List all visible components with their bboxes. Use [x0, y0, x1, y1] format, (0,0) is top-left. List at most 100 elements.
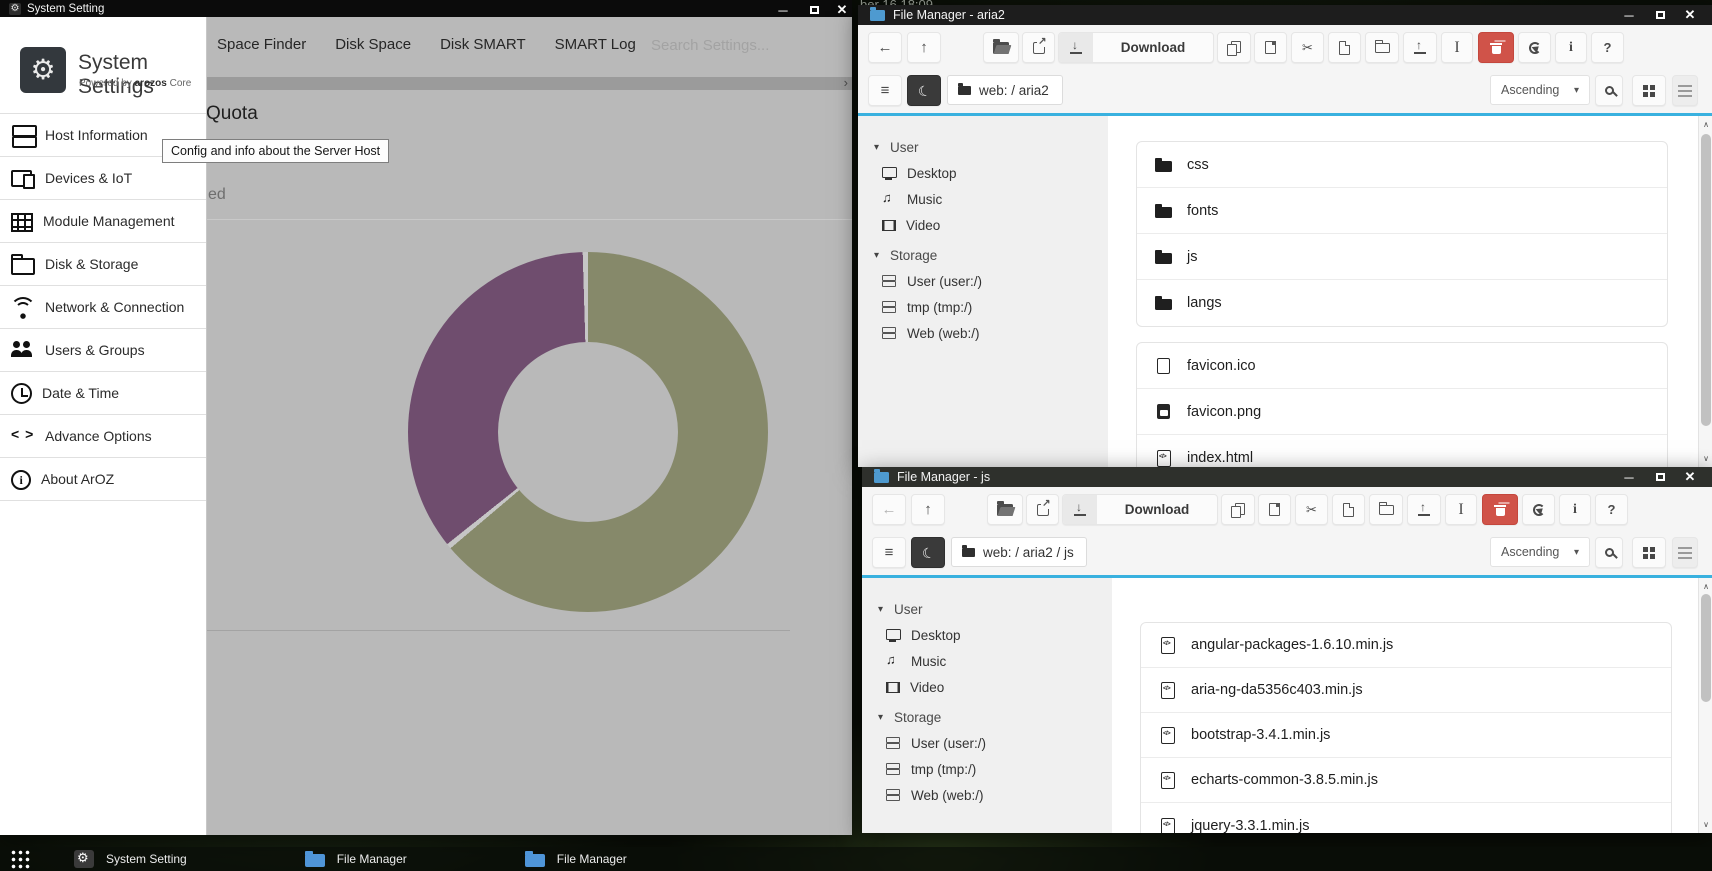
- tree-row[interactable]: ▾ Video: [862, 674, 1112, 700]
- sort-select[interactable]: Ascending ▾: [1490, 75, 1590, 105]
- taskbar-item[interactable]: System Setting: [74, 850, 187, 868]
- maximize-button[interactable]: [1654, 5, 1666, 25]
- tab-scrollbar[interactable]: ›: [207, 77, 852, 90]
- new-folder-button[interactable]: [1365, 32, 1399, 63]
- tree-row[interactable]: ▾ Storage: [862, 704, 1112, 730]
- close-button[interactable]: ✕: [1682, 5, 1698, 25]
- grid-view-button[interactable]: [1632, 537, 1666, 568]
- file-row[interactable]: aria-ng-da5356c403.min.js: [1141, 668, 1671, 713]
- back-button[interactable]: ←: [868, 32, 902, 63]
- settings-menu-item[interactable]: Module Management: [0, 200, 206, 243]
- file-row[interactable]: angular-packages-1.6.10.min.js: [1141, 623, 1671, 668]
- refresh-button[interactable]: [1522, 494, 1555, 525]
- settings-tab[interactable]: SMART Log: [555, 36, 636, 53]
- scroll-up-icon[interactable]: ∧: [1699, 580, 1712, 593]
- tree-row[interactable]: ▾ Music: [862, 648, 1112, 674]
- tree-row[interactable]: ▾ Storage: [858, 242, 1108, 268]
- chevron-right-icon[interactable]: ›: [844, 75, 848, 90]
- settings-menu-item[interactable]: Network & Connection: [0, 286, 206, 329]
- file-row[interactable]: langs: [1137, 280, 1667, 326]
- search-button[interactable]: [1595, 537, 1623, 568]
- search-settings-input[interactable]: Search Settings...: [651, 37, 769, 54]
- help-button[interactable]: ?: [1595, 494, 1628, 525]
- download-button[interactable]: Download: [1062, 494, 1218, 525]
- fm2-titlebar[interactable]: File Manager - js ─ ✕: [862, 467, 1712, 487]
- file-row[interactable]: index.html: [1137, 435, 1667, 467]
- cut-button[interactable]: ✂: [1291, 32, 1324, 63]
- download-button[interactable]: Download: [1058, 32, 1214, 63]
- list-view-button[interactable]: [1672, 537, 1698, 568]
- fm1-titlebar[interactable]: File Manager - aria2 ─ ✕: [858, 5, 1712, 25]
- tree-row[interactable]: ▾ User (user:/): [858, 268, 1108, 294]
- scroll-thumb[interactable]: [1701, 594, 1711, 702]
- rename-button[interactable]: I: [1441, 32, 1473, 63]
- info-button[interactable]: i: [1559, 494, 1591, 525]
- sort-select[interactable]: Ascending ▾: [1490, 537, 1590, 567]
- tree-row[interactable]: ▾ Desktop: [858, 160, 1108, 186]
- tree-row[interactable]: ▾ User: [858, 134, 1108, 160]
- rename-button[interactable]: I: [1445, 494, 1477, 525]
- new-file-button[interactable]: [1332, 494, 1365, 525]
- scroll-down-icon[interactable]: ∨: [1699, 452, 1712, 465]
- tree-row[interactable]: ▾ User: [862, 596, 1112, 622]
- scrollbar[interactable]: ∧ ∨: [1698, 578, 1712, 833]
- app-launcher-button[interactable]: [10, 849, 30, 869]
- minimize-button[interactable]: ─: [1622, 5, 1636, 25]
- settings-menu-item[interactable]: Date & Time: [0, 372, 206, 415]
- tree-row[interactable]: ▾ User (user:/): [862, 730, 1112, 756]
- taskbar-item[interactable]: File Manager: [305, 850, 407, 868]
- breadcrumb[interactable]: web: / aria2: [947, 75, 1063, 105]
- open-button[interactable]: [983, 32, 1019, 63]
- tree-row[interactable]: ▾ Video: [858, 212, 1108, 238]
- settings-menu-item[interactable]: Devices & IoT: [0, 157, 206, 200]
- back-button[interactable]: ←: [872, 494, 906, 525]
- delete-button[interactable]: [1482, 494, 1518, 525]
- maximize-button[interactable]: [1654, 467, 1666, 487]
- theme-toggle-button[interactable]: ☾: [907, 75, 941, 106]
- minimize-button[interactable]: ─: [1622, 467, 1636, 487]
- file-row[interactable]: favicon.ico: [1137, 343, 1667, 389]
- settings-menu-item[interactable]: Disk & Storage: [0, 243, 206, 286]
- new-folder-button[interactable]: [1369, 494, 1403, 525]
- info-button[interactable]: i: [1555, 32, 1587, 63]
- up-button[interactable]: ↑: [907, 32, 941, 63]
- settings-tab[interactable]: Disk SMART: [440, 36, 526, 53]
- tree-row[interactable]: ▾ Web (web:/): [858, 320, 1108, 346]
- menu-button[interactable]: ≡: [868, 75, 902, 106]
- scroll-down-icon[interactable]: ∨: [1699, 818, 1712, 831]
- cut-button[interactable]: ✂: [1295, 494, 1328, 525]
- close-button[interactable]: ✕: [1682, 467, 1698, 487]
- tree-row[interactable]: ▾ Desktop: [862, 622, 1112, 648]
- breadcrumb[interactable]: web: / aria2 / js: [951, 537, 1087, 567]
- settings-menu-item[interactable]: About ArOZ: [0, 458, 206, 501]
- delete-button[interactable]: [1478, 32, 1514, 63]
- search-button[interactable]: [1595, 75, 1623, 106]
- file-row[interactable]: css: [1137, 142, 1667, 188]
- file-row[interactable]: jquery-3.3.1.min.js: [1141, 803, 1671, 833]
- upload-button[interactable]: [1407, 494, 1441, 525]
- menu-button[interactable]: ≡: [872, 537, 906, 568]
- taskbar-item[interactable]: File Manager: [525, 850, 627, 868]
- paste-button[interactable]: [1254, 32, 1287, 63]
- scroll-thumb[interactable]: [1701, 134, 1711, 426]
- file-row[interactable]: favicon.png: [1137, 389, 1667, 435]
- copy-button[interactable]: [1217, 32, 1251, 63]
- settings-menu-item[interactable]: Users & Groups: [0, 329, 206, 372]
- copy-button[interactable]: [1221, 494, 1255, 525]
- system-settings-titlebar[interactable]: ⚙ System Setting ─ ✕: [0, 0, 852, 17]
- list-view-button[interactable]: [1672, 75, 1698, 106]
- theme-toggle-button[interactable]: ☾: [911, 537, 945, 568]
- upload-button[interactable]: [1403, 32, 1437, 63]
- tree-row[interactable]: ▾ tmp (tmp:/): [858, 294, 1108, 320]
- settings-tab[interactable]: Disk Space: [335, 36, 411, 53]
- help-button[interactable]: ?: [1591, 32, 1624, 63]
- tree-row[interactable]: ▾ tmp (tmp:/): [862, 756, 1112, 782]
- tree-row[interactable]: ▾ Web (web:/): [862, 782, 1112, 808]
- scrollbar[interactable]: ∧ ∨: [1698, 116, 1712, 467]
- tree-row[interactable]: ▾ Music: [858, 186, 1108, 212]
- up-button[interactable]: ↑: [911, 494, 945, 525]
- refresh-button[interactable]: [1518, 32, 1551, 63]
- scroll-up-icon[interactable]: ∧: [1699, 118, 1712, 131]
- settings-menu-item[interactable]: Advance Options: [0, 415, 206, 458]
- file-row[interactable]: js: [1137, 234, 1667, 280]
